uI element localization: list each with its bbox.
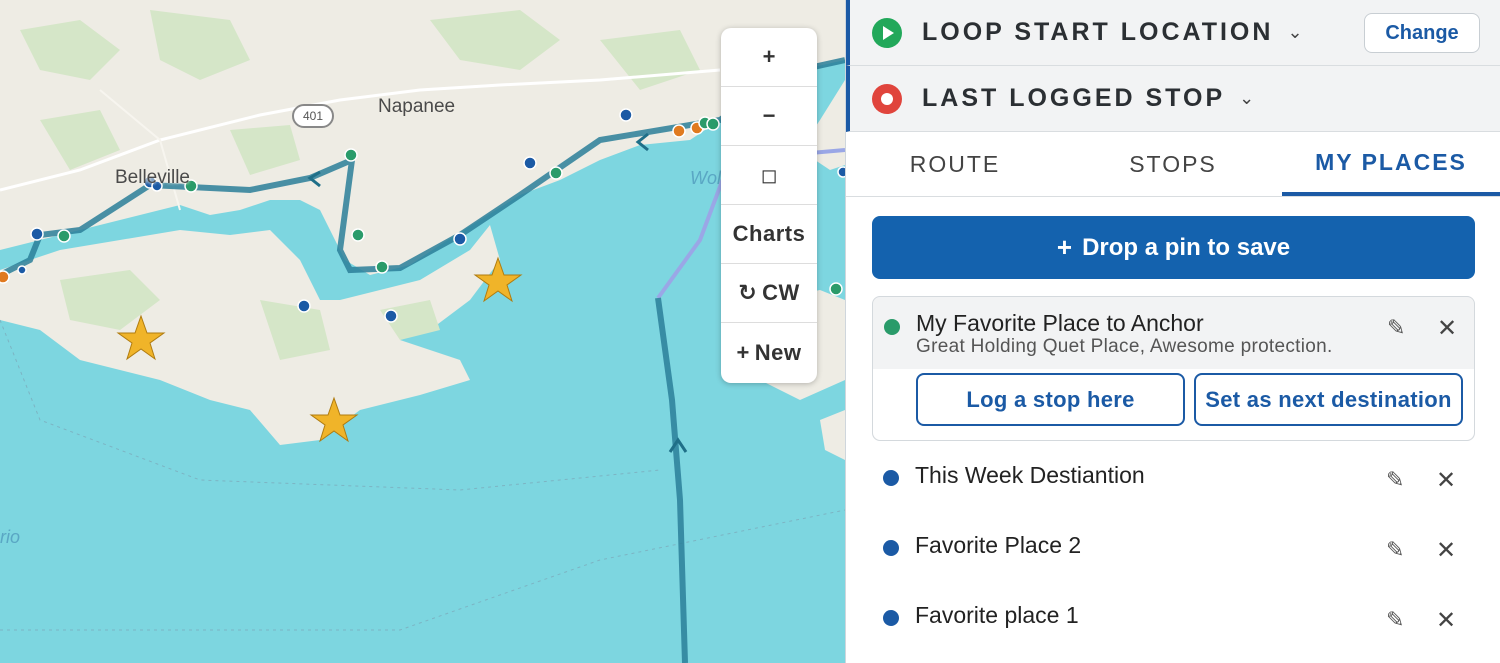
drop-pin-button[interactable]: + Drop a pin to save bbox=[872, 216, 1475, 279]
close-icon[interactable]: ✕ bbox=[1436, 466, 1456, 495]
water-label-ontario: rio bbox=[0, 527, 21, 547]
plus-icon: + bbox=[762, 44, 776, 69]
drop-pin-label: Drop a pin to save bbox=[1082, 233, 1291, 261]
place-name: Favorite Place 2 bbox=[915, 532, 1082, 558]
last-stop-title: LAST LOGGED STOP bbox=[922, 84, 1226, 112]
close-icon[interactable]: ✕ bbox=[1437, 314, 1457, 343]
highway-shield: 401 bbox=[292, 104, 334, 128]
log-stop-button[interactable]: Log a stop here bbox=[916, 373, 1185, 426]
edit-icon[interactable]: ✎ bbox=[1386, 607, 1404, 633]
change-button[interactable]: Change bbox=[1364, 13, 1480, 53]
fit-bounds-button[interactable]: ◻ bbox=[721, 146, 817, 205]
water-label-wolfe: Wol bbox=[690, 168, 721, 188]
place-color-dot bbox=[883, 540, 899, 556]
place-name: This Week Destiantion bbox=[915, 462, 1145, 488]
edit-icon[interactable]: ✎ bbox=[1387, 315, 1405, 341]
tab-route[interactable]: ROUTE bbox=[846, 132, 1064, 196]
zoom-in-button[interactable]: + bbox=[721, 28, 817, 87]
edit-icon[interactable]: ✎ bbox=[1386, 537, 1404, 563]
place-card-expanded[interactable]: My Favorite Place to Anchor Great Holdin… bbox=[872, 296, 1475, 441]
place-color-dot bbox=[884, 319, 900, 335]
tab-my-places[interactable]: MY PLACES bbox=[1282, 132, 1500, 196]
place-name: My Favorite Place to Anchor bbox=[916, 310, 1204, 336]
list-item[interactable]: Favorite Place 2 ✎ ✕ bbox=[872, 518, 1475, 588]
place-description: Great Holding Quet Place, Awesome protec… bbox=[916, 336, 1333, 357]
charts-button[interactable]: Charts bbox=[721, 205, 817, 264]
new-button[interactable]: + New bbox=[721, 323, 817, 382]
city-label-napanee: Napanee bbox=[378, 96, 456, 117]
record-icon bbox=[872, 83, 902, 114]
zoom-out-button[interactable]: − bbox=[721, 87, 817, 146]
last-stop-row[interactable]: LAST LOGGED STOP ⌄ bbox=[846, 66, 1500, 132]
side-panel: LOOP START LOCATION ⌄ Change LAST LOGGED… bbox=[845, 0, 1500, 663]
place-card-actions: Log a stop here Set as next destination bbox=[873, 369, 1474, 440]
set-next-destination-button[interactable]: Set as next destination bbox=[1194, 373, 1463, 426]
list-item[interactable]: This Week Destiantion ✎ ✕ bbox=[872, 448, 1475, 518]
place-color-dot bbox=[883, 470, 899, 486]
loop-start-row[interactable]: LOOP START LOCATION ⌄ Change bbox=[846, 0, 1500, 66]
new-label: New bbox=[754, 339, 802, 365]
cw-label: CW bbox=[762, 280, 800, 305]
edit-icon[interactable]: ✎ bbox=[1386, 467, 1404, 493]
place-name: Favorite place 1 bbox=[915, 602, 1079, 628]
plus-icon: + bbox=[736, 339, 750, 365]
play-icon bbox=[872, 17, 902, 48]
map-view[interactable]: Napanee Belleville Wol rio 401 + − ◻ Cha… bbox=[0, 0, 845, 663]
tab-bar: ROUTE STOPS MY PLACES bbox=[846, 132, 1500, 197]
minus-icon: − bbox=[762, 103, 776, 128]
rotate-icon: ↻ bbox=[738, 280, 758, 305]
close-icon[interactable]: ✕ bbox=[1436, 536, 1456, 565]
list-item[interactable]: Favorite place 1 ✎ ✕ bbox=[872, 588, 1475, 658]
app: Napanee Belleville Wol rio 401 + − ◻ Cha… bbox=[0, 0, 1500, 663]
close-icon[interactable]: ✕ bbox=[1436, 606, 1456, 635]
plus-icon: + bbox=[1056, 232, 1073, 262]
cw-button[interactable]: ↻ CW bbox=[721, 264, 817, 323]
tab-stops[interactable]: STOPS bbox=[1064, 132, 1282, 196]
chevron-down-icon[interactable]: ⌄ bbox=[1287, 22, 1302, 43]
charts-label: Charts bbox=[732, 221, 806, 246]
loop-start-title: LOOP START LOCATION bbox=[922, 18, 1274, 46]
city-label-belleville: Belleville bbox=[115, 167, 190, 188]
square-icon: ◻ bbox=[760, 164, 778, 187]
place-color-dot bbox=[883, 610, 899, 626]
map-controls: + − ◻ Charts ↻ CW + New bbox=[721, 28, 817, 383]
chevron-down-icon[interactable]: ⌄ bbox=[1239, 88, 1254, 109]
